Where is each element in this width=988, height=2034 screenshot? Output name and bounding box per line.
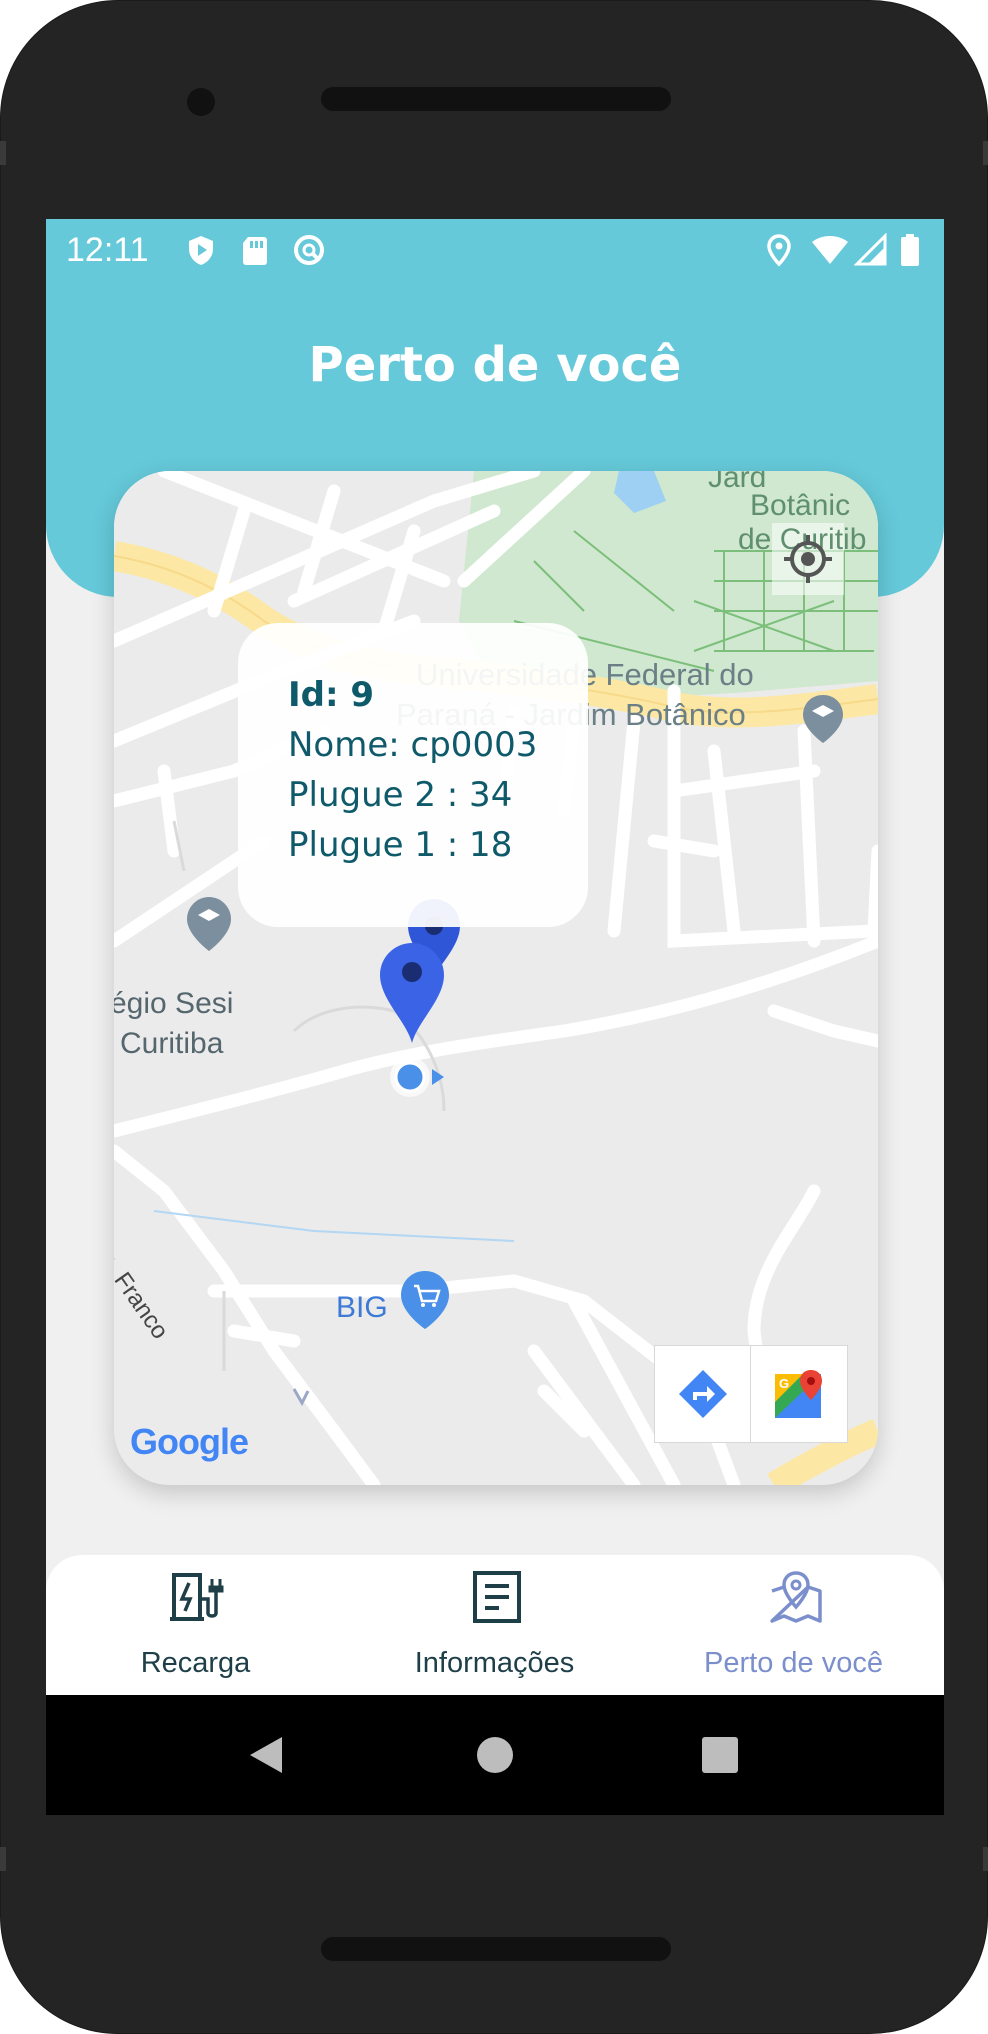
battery-icon xyxy=(901,234,919,266)
location-icon xyxy=(767,234,791,267)
svg-text:G: G xyxy=(779,1376,789,1391)
info-id: Id: 9 xyxy=(288,675,375,715)
google-maps-icon: G xyxy=(775,1370,822,1418)
botanic-label-line1: Botânic xyxy=(750,489,851,522)
nav-item-perto-de-voce[interactable]: Perto de você xyxy=(644,1555,943,1695)
nav-label-perto-de-voce: Perto de você xyxy=(704,1647,883,1679)
ev-charger-icon xyxy=(170,1573,224,1621)
directions-icon xyxy=(679,1370,727,1418)
store-label: BIG xyxy=(336,1291,388,1324)
bottom-navigation: Recarga Informações Perto de você xyxy=(46,1555,944,1695)
page-title: Perto de você xyxy=(308,337,682,393)
status-bar: 12:11 xyxy=(46,219,944,281)
my-location-icon[interactable] xyxy=(782,533,834,585)
phone-edge xyxy=(0,141,6,165)
marker-info-window: Id: 9 Nome: cp0003 Plugue 2 : 34 Plugue … xyxy=(238,623,588,927)
signal-icon xyxy=(854,233,887,266)
app-screen: 12:11 Perto de você Jard Botânic de Curi… xyxy=(46,219,944,1815)
info-name: Nome: cp0003 xyxy=(288,725,538,765)
phone-frame: 12:11 Perto de você Jard Botânic de Curi… xyxy=(0,0,988,2034)
school-label-line2: Curitiba xyxy=(120,1027,224,1060)
front-camera xyxy=(187,88,215,116)
map-pin-icon xyxy=(770,1571,822,1623)
home-button[interactable] xyxy=(475,1735,515,1775)
sd-card-icon xyxy=(243,237,267,265)
nav-label-recarga: Recarga xyxy=(140,1647,251,1679)
phone-edge xyxy=(983,141,988,165)
info-plug1: Plugue 1 : 18 xyxy=(288,825,513,865)
back-button[interactable] xyxy=(246,1735,286,1775)
system-navigation-bar xyxy=(46,1695,944,1815)
recents-button[interactable] xyxy=(700,1735,740,1775)
google-logo: Google xyxy=(130,1421,249,1462)
directions-button[interactable] xyxy=(654,1345,752,1443)
phone-edge xyxy=(0,1847,6,1871)
info-plug2: Plugue 2 : 34 xyxy=(288,775,513,815)
wifi-icon xyxy=(812,236,848,264)
nav-item-recarga[interactable]: Recarga xyxy=(46,1555,345,1695)
phone-bottom-speaker xyxy=(321,1937,671,1961)
sync-icon xyxy=(294,235,324,265)
map-view[interactable]: Jard Botânic de Curitib Universidade Fed… xyxy=(114,471,878,1485)
google-maps-button[interactable]: G xyxy=(750,1345,848,1443)
nav-label-informacoes: Informações xyxy=(414,1647,575,1679)
nav-item-informacoes[interactable]: Informações xyxy=(345,1555,644,1695)
status-time: 12:11 xyxy=(66,231,149,269)
phone-edge xyxy=(983,1847,988,1871)
shield-icon xyxy=(189,236,213,265)
earpiece-speaker xyxy=(321,87,671,111)
document-icon xyxy=(473,1571,521,1623)
school-label-line1: égio Sesi xyxy=(114,987,234,1020)
